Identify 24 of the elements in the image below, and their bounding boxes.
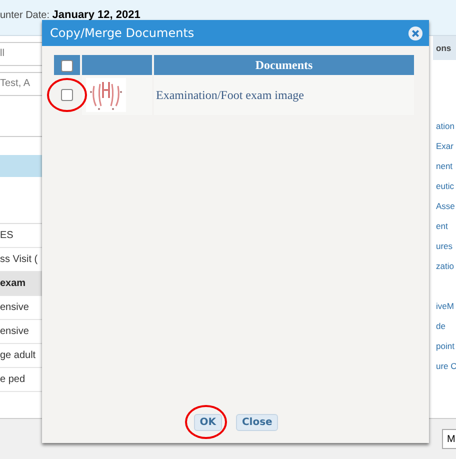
footer-button[interactable]: M <box>442 429 456 449</box>
menu-link[interactable]: ures <box>433 236 456 256</box>
menu-link[interactable]: iveM <box>433 296 456 316</box>
menu-link[interactable]: eutic <box>433 176 456 196</box>
select-all-checkbox[interactable] <box>61 60 73 72</box>
row-checkbox[interactable] <box>61 89 73 102</box>
column-header <box>82 55 152 75</box>
menu-link[interactable]: Asse <box>433 196 456 216</box>
document-link[interactable]: Examination/Foot exam image <box>154 75 414 115</box>
close-icon[interactable] <box>408 26 423 40</box>
dialog-button[interactable]: OK <box>194 414 222 431</box>
menu-link[interactable]: nent <box>433 156 456 176</box>
column-header: Documents <box>154 55 414 75</box>
dialog-button[interactable]: Close <box>236 414 278 431</box>
menu-link[interactable]: Exar <box>433 136 456 156</box>
menu-link[interactable]: ation <box>433 116 456 136</box>
dialog-title: Copy/Merge Documents <box>50 26 194 40</box>
encounter-date-label: unter Date: January 12, 2021 <box>0 9 140 22</box>
menu-link[interactable]: de <box>433 316 456 336</box>
thumbnail-drawing <box>86 78 126 112</box>
menu-link[interactable]: point <box>433 336 456 356</box>
menu-link[interactable]: zatio <box>433 256 456 276</box>
column-header: ons <box>433 36 456 60</box>
menu-link[interactable]: ent <box>433 216 456 236</box>
